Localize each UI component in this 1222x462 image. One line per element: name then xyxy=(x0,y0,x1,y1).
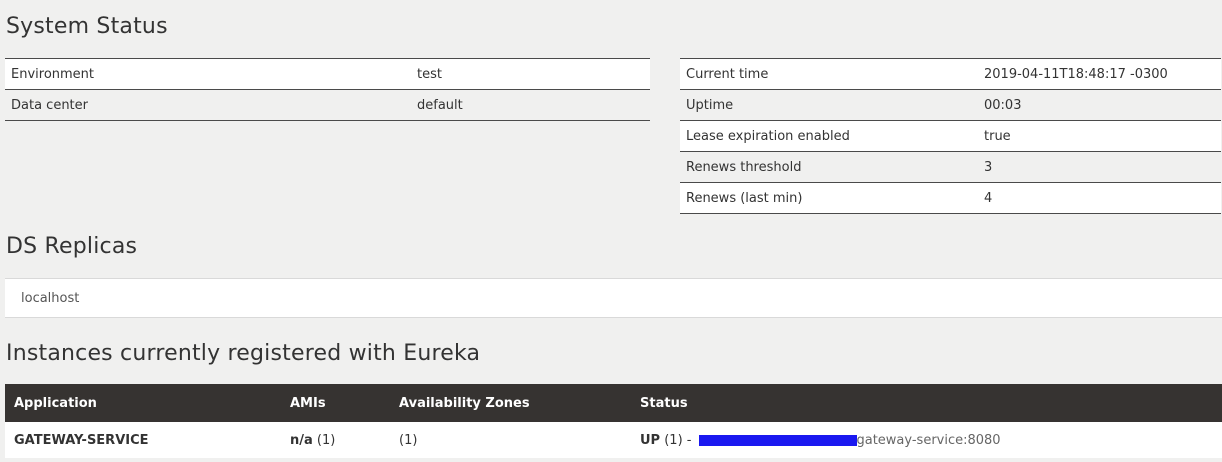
uptime-label: Uptime xyxy=(680,89,978,121)
lease-expiration-label: Lease expiration enabled xyxy=(680,120,978,152)
amis-count: (1) xyxy=(316,432,336,448)
column-header-availability-zones: Availability Zones xyxy=(390,384,631,422)
environment-table: Environment test Data center default xyxy=(5,58,650,121)
status-count: (1) - xyxy=(664,432,692,448)
table-row: Renews (last min) 4 xyxy=(680,182,1221,214)
environment-value: test xyxy=(411,58,650,90)
environment-label: Environment xyxy=(5,58,411,90)
current-time-value: 2019-04-11T18:48:17 -0300 xyxy=(978,58,1221,90)
instances-heading: Instances currently registered with Eure… xyxy=(6,341,481,366)
renews-last-min-value: 4 xyxy=(978,182,1221,214)
table-header-row: Application AMIs Availability Zones Stat… xyxy=(5,384,1222,422)
availability-zones-cell: (1) xyxy=(390,422,631,458)
system-status-heading: System Status xyxy=(6,14,168,39)
replicas-list: localhost xyxy=(5,278,1222,318)
instance-link[interactable]: gateway-service:8080 xyxy=(856,433,1000,448)
table-row: GATEWAY-SERVICE n/a (1) (1) UP (1) - gate… xyxy=(5,422,1222,458)
table-row: Current time 2019-04-11T18:48:17 -0300 xyxy=(680,58,1221,90)
status-cell: UP (1) - gateway-service:8080 xyxy=(631,422,1222,458)
column-header-status: Status xyxy=(631,384,1222,422)
renews-threshold-label: Renews threshold xyxy=(680,151,978,183)
table-row: Data center default xyxy=(5,89,650,121)
lease-expiration-value: true xyxy=(978,120,1221,152)
renews-threshold-value: 3 xyxy=(978,151,1221,183)
renews-last-min-label: Renews (last min) xyxy=(680,182,978,214)
table-row: Uptime 00:03 xyxy=(680,89,1221,121)
uptime-value: 00:03 xyxy=(978,89,1221,121)
column-header-amis: AMIs xyxy=(281,384,390,422)
instances-table: Application AMIs Availability Zones Stat… xyxy=(5,384,1222,458)
replica-link-localhost[interactable]: localhost xyxy=(21,291,79,306)
status-label: UP xyxy=(640,432,661,448)
application-name: GATEWAY-SERVICE xyxy=(5,422,281,458)
current-time-label: Current time xyxy=(680,58,978,90)
amis-cell: n/a (1) xyxy=(281,422,390,458)
data-center-value: default xyxy=(411,89,650,121)
column-header-application: Application xyxy=(5,384,281,422)
status-details-table: Current time 2019-04-11T18:48:17 -0300 U… xyxy=(680,58,1221,214)
redaction-mark xyxy=(699,434,858,446)
table-row: Renews threshold 3 xyxy=(680,151,1221,183)
table-row: Environment test xyxy=(5,58,650,90)
data-center-label: Data center xyxy=(5,89,411,121)
table-row: Lease expiration enabled true xyxy=(680,120,1221,152)
amis-label: n/a xyxy=(290,432,313,448)
ds-replicas-heading: DS Replicas xyxy=(6,234,138,259)
